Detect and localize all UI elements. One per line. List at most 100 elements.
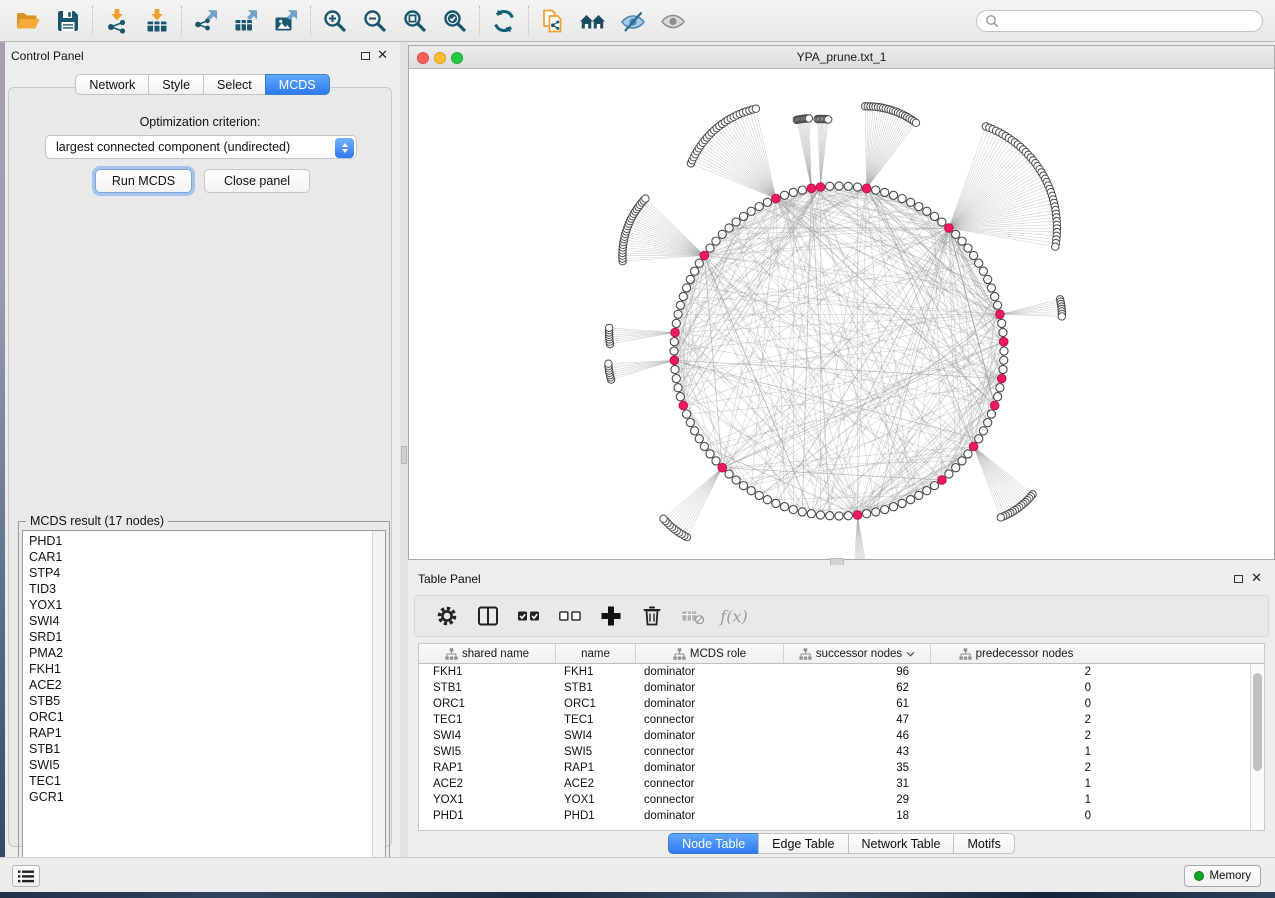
- save-session-button[interactable]: [48, 4, 88, 38]
- open-session-button[interactable]: [8, 4, 48, 38]
- column-header-predecessor-nodes[interactable]: predecessor nodes: [931, 644, 1101, 663]
- network-node[interactable]: [938, 218, 946, 226]
- network-node[interactable]: [844, 512, 852, 520]
- network-dominator-node[interactable]: [938, 476, 947, 485]
- network-node[interactable]: [695, 259, 703, 267]
- network-dominator-node[interactable]: [853, 511, 862, 520]
- network-node[interactable]: [872, 508, 880, 516]
- run-mcds-button[interactable]: Run MCDS: [95, 169, 192, 193]
- network-node[interactable]: [1000, 347, 1008, 355]
- zoom-fit-button[interactable]: [395, 4, 435, 38]
- network-leaf-node[interactable]: [805, 115, 812, 122]
- optimization-criterion-select[interactable]: largest connected component (undirected): [45, 135, 357, 159]
- network-leaf-node[interactable]: [1058, 313, 1065, 320]
- network-node[interactable]: [872, 186, 880, 194]
- network-node[interactable]: [763, 198, 771, 206]
- table-row[interactable]: RAP1RAP1dominator352: [419, 760, 1264, 776]
- table-scrollbar-thumb[interactable]: [1253, 673, 1262, 771]
- network-node[interactable]: [683, 410, 691, 418]
- network-node[interactable]: [835, 182, 843, 190]
- network-leaf-node[interactable]: [825, 116, 832, 123]
- network-dominator-node[interactable]: [700, 251, 709, 260]
- network-node[interactable]: [763, 496, 771, 504]
- network-leaf-node[interactable]: [642, 195, 649, 202]
- show-all-button[interactable]: [653, 4, 693, 38]
- network-node[interactable]: [732, 218, 740, 226]
- table-row[interactable]: FKH1FKH1dominator962: [419, 664, 1264, 680]
- duplicate-network-button[interactable]: [533, 4, 573, 38]
- network-node[interactable]: [755, 203, 763, 211]
- network-canvas[interactable]: [409, 69, 1274, 559]
- float-panel-icon[interactable]: [1234, 575, 1243, 583]
- deselect-all-button[interactable]: [558, 604, 582, 628]
- network-node[interactable]: [984, 419, 992, 427]
- network-leaf-node[interactable]: [1052, 243, 1059, 250]
- network-node[interactable]: [674, 310, 682, 318]
- network-node[interactable]: [683, 284, 691, 292]
- network-node[interactable]: [747, 207, 755, 215]
- network-node[interactable]: [999, 365, 1007, 373]
- memory-button[interactable]: Memory: [1184, 865, 1261, 887]
- network-dominator-node[interactable]: [862, 184, 871, 193]
- mcds-node-item[interactable]: TID3: [23, 581, 372, 597]
- network-node[interactable]: [994, 301, 1002, 309]
- network-leaf-node[interactable]: [752, 105, 759, 112]
- network-dominator-node[interactable]: [679, 401, 688, 410]
- splitter-handle[interactable]: [401, 446, 407, 464]
- network-node[interactable]: [747, 487, 755, 495]
- tab-network-table[interactable]: Network Table: [848, 833, 954, 854]
- network-node[interactable]: [945, 470, 953, 478]
- network-node[interactable]: [958, 457, 966, 465]
- network-node[interactable]: [739, 482, 747, 490]
- network-node[interactable]: [964, 244, 972, 252]
- network-node[interactable]: [676, 393, 684, 401]
- network-node[interactable]: [975, 435, 983, 443]
- network-node[interactable]: [725, 470, 733, 478]
- tab-node-table[interactable]: Node Table: [668, 833, 758, 854]
- mcds-node-item[interactable]: ACE2: [23, 677, 372, 693]
- network-node[interactable]: [898, 499, 906, 507]
- network-node[interactable]: [807, 510, 815, 518]
- tab-edge-table[interactable]: Edge Table: [758, 833, 847, 854]
- network-node[interactable]: [789, 188, 797, 196]
- network-node[interactable]: [984, 275, 992, 283]
- network-node[interactable]: [863, 510, 871, 518]
- add-column-button[interactable]: [599, 604, 623, 628]
- network-node[interactable]: [930, 212, 938, 220]
- network-dominator-node[interactable]: [945, 224, 954, 233]
- network-dominator-node[interactable]: [671, 328, 680, 337]
- network-node[interactable]: [695, 435, 703, 443]
- table-row[interactable]: SWI4SWI4dominator462: [419, 728, 1264, 744]
- network-node[interactable]: [907, 496, 915, 504]
- network-node[interactable]: [672, 375, 680, 383]
- network-node[interactable]: [1000, 356, 1008, 364]
- network-node[interactable]: [718, 230, 726, 238]
- table-row[interactable]: ACE2ACE2connector311: [419, 776, 1264, 792]
- mcds-node-item[interactable]: ORC1: [23, 709, 372, 725]
- network-window-titlebar[interactable]: YPA_prune.txt_1: [409, 46, 1274, 69]
- select-all-button[interactable]: [517, 604, 541, 628]
- network-node[interactable]: [915, 491, 923, 499]
- mcds-node-item[interactable]: SRD1: [23, 629, 372, 645]
- network-node[interactable]: [991, 292, 999, 300]
- network-node[interactable]: [772, 499, 780, 507]
- table-settings-button[interactable]: [435, 604, 459, 628]
- table-row[interactable]: SWI5SWI5connector431: [419, 744, 1264, 760]
- table-row[interactable]: TEC1TEC1connector472: [419, 712, 1264, 728]
- network-dominator-node[interactable]: [969, 442, 978, 451]
- network-node[interactable]: [923, 487, 931, 495]
- table-row[interactable]: YOX1YOX1connector291: [419, 792, 1264, 808]
- zoom-selected-button[interactable]: [435, 4, 475, 38]
- network-node[interactable]: [923, 207, 931, 215]
- network-leaf-node[interactable]: [997, 514, 1004, 521]
- show-panels-button[interactable]: [12, 865, 40, 887]
- network-node[interactable]: [907, 198, 915, 206]
- show-columns-button[interactable]: [476, 604, 500, 628]
- mcds-node-item[interactable]: CAR1: [23, 549, 372, 565]
- close-panel-icon[interactable]: ✕: [1251, 571, 1262, 585]
- mcds-node-item[interactable]: SWI4: [23, 613, 372, 629]
- network-node[interactable]: [670, 347, 678, 355]
- network-leaf-node[interactable]: [912, 119, 919, 126]
- network-node[interactable]: [999, 328, 1007, 336]
- network-node[interactable]: [691, 267, 699, 275]
